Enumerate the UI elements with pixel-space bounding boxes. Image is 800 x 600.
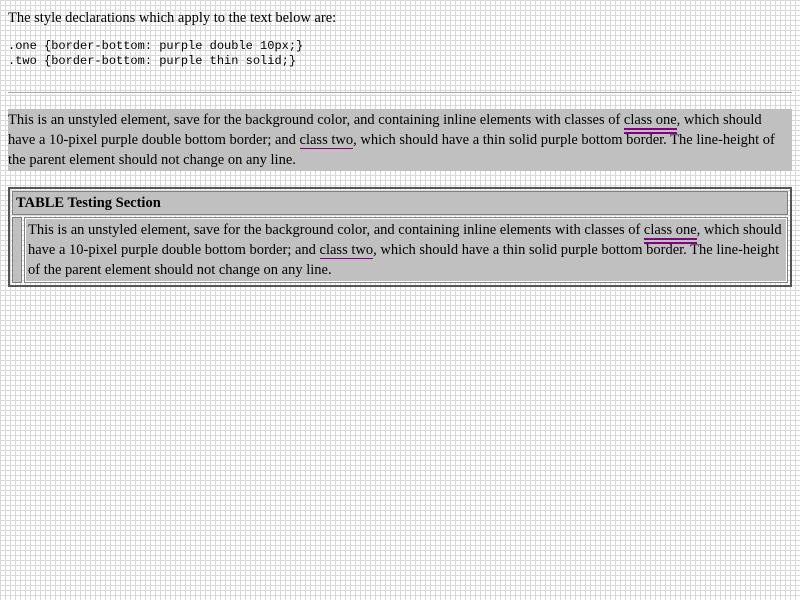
paragraph-text-1: This is an unstyled element, save for th… (8, 112, 624, 128)
table-paragraph-text-1: This is an unstyled element, save for th… (28, 222, 644, 238)
intro-text: The style declarations which apply to th… (8, 10, 337, 26)
class-one-span: class one (623, 112, 677, 134)
table-heading: TABLE Testing Section (12, 191, 788, 215)
class-two-span: class two (299, 132, 354, 149)
css-declarations: .one {border-bottom: purple double 10px;… (8, 39, 792, 69)
table-class-one-span: class one (643, 222, 697, 244)
test-page: The style declarations which apply to th… (8, 0, 792, 287)
divider (8, 92, 792, 94)
table-test-paragraph: This is an unstyled element, save for th… (26, 219, 786, 281)
table-gutter-cell (12, 217, 22, 283)
table-content-cell: This is an unstyled element, save for th… (24, 217, 788, 283)
table-testing-section: TABLE Testing Section This is an unstyle… (8, 187, 792, 287)
css-rule-two: .two {border-bottom: purple thin solid;} (8, 54, 297, 68)
table-class-two-span: class two (319, 242, 374, 259)
test-paragraph: This is an unstyled element, save for th… (8, 109, 792, 171)
css-rule-one: .one {border-bottom: purple double 10px;… (8, 39, 304, 53)
